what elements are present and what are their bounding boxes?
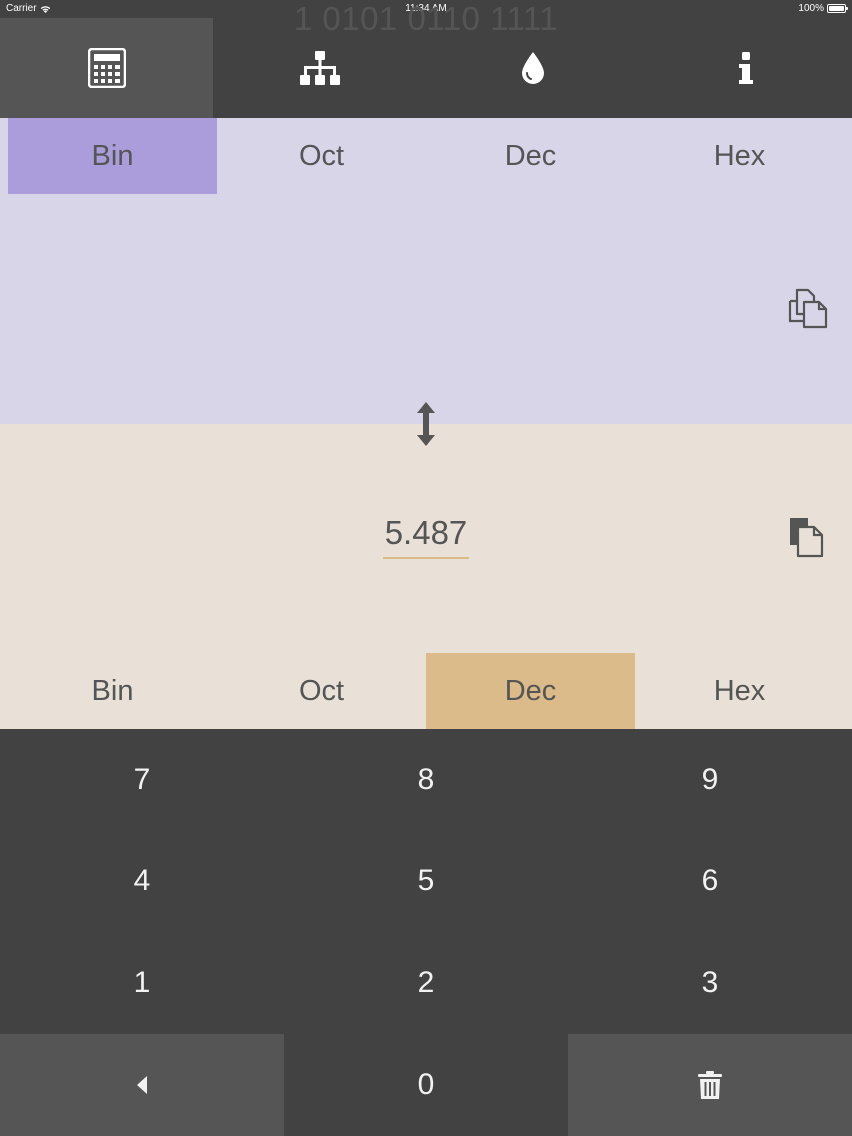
keypad: 7 8 9 4 5 6 1 2 3 0 bbox=[0, 729, 852, 1136]
target-base-bin[interactable]: Bin bbox=[8, 653, 217, 729]
key-0[interactable]: 0 bbox=[284, 1034, 568, 1136]
key-1[interactable]: 1 bbox=[0, 932, 284, 1034]
key-6[interactable]: 6 bbox=[568, 830, 852, 932]
backspace-button[interactable] bbox=[0, 1034, 284, 1136]
source-base-hex[interactable]: Hex bbox=[635, 118, 844, 194]
trash-icon bbox=[698, 1071, 722, 1099]
paste-icon[interactable] bbox=[788, 515, 830, 559]
key-9[interactable]: 9 bbox=[568, 729, 852, 830]
source-panel: Bin Oct Dec Hex bbox=[0, 118, 852, 424]
hierarchy-icon bbox=[299, 51, 340, 85]
number-input[interactable]: 5.487 bbox=[382, 513, 470, 559]
key-3[interactable]: 3 bbox=[568, 932, 852, 1034]
swap-icon[interactable] bbox=[411, 400, 441, 448]
clear-button[interactable] bbox=[568, 1034, 852, 1136]
converted-value: 1 0101 0110 1111 bbox=[293, 0, 559, 37]
source-base-selector: Bin Oct Dec Hex bbox=[0, 118, 852, 194]
target-panel: Bin Oct Dec Hex bbox=[0, 424, 852, 729]
copy-icon[interactable] bbox=[788, 288, 830, 330]
target-base-hex[interactable]: Hex bbox=[635, 653, 844, 729]
target-base-oct[interactable]: Oct bbox=[217, 653, 426, 729]
backspace-icon bbox=[137, 1076, 147, 1094]
key-2[interactable]: 2 bbox=[284, 932, 568, 1034]
key-7[interactable]: 7 bbox=[0, 729, 284, 830]
target-base-dec[interactable]: Dec bbox=[426, 653, 635, 729]
droplet-icon bbox=[521, 52, 544, 84]
calculator-icon bbox=[87, 48, 126, 88]
key-5[interactable]: 5 bbox=[284, 830, 568, 932]
info-icon bbox=[738, 52, 753, 84]
key-8[interactable]: 8 bbox=[284, 729, 568, 830]
source-base-dec[interactable]: Dec bbox=[426, 118, 635, 194]
key-4[interactable]: 4 bbox=[0, 830, 284, 932]
source-base-oct[interactable]: Oct bbox=[217, 118, 426, 194]
target-base-selector: Bin Oct Dec Hex bbox=[0, 653, 852, 729]
source-base-bin[interactable]: Bin bbox=[8, 118, 217, 194]
